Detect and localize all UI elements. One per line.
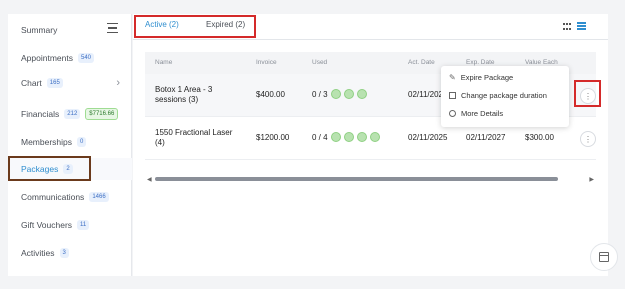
sidebar-item-activities[interactable]: Activities 3 bbox=[8, 242, 132, 264]
count-badge: 165 bbox=[46, 78, 63, 88]
tab-bar: Active (2) Expired (2) bbox=[133, 14, 608, 40]
column-header-used: Used bbox=[312, 59, 328, 66]
menu-item-expire-package[interactable]: ✎ Expire Package bbox=[449, 71, 513, 83]
grid-view-icon[interactable] bbox=[563, 23, 572, 31]
session-dot bbox=[343, 89, 354, 99]
menu-item-label: Change package duration bbox=[461, 90, 547, 100]
sidebar-item-memberships[interactable]: Memberships 0 bbox=[8, 131, 132, 153]
sidebar-item-label: Memberships bbox=[21, 137, 73, 147]
session-dot bbox=[369, 132, 380, 142]
actions-highlight-box bbox=[574, 80, 601, 107]
activation-date: 02/11/202 bbox=[408, 90, 443, 99]
count-badge: 212 bbox=[64, 109, 81, 119]
count-badge: 540 bbox=[77, 53, 94, 63]
used-count: 0 / 4 bbox=[312, 132, 328, 142]
sidebar-item-communications[interactable]: Communications 1466 bbox=[8, 186, 132, 208]
sessions-used: 0 / 4 bbox=[312, 132, 380, 142]
sidebar-item-appointments[interactable]: Appointments 540 bbox=[8, 47, 132, 69]
scroll-left-arrow-icon[interactable]: ◀ bbox=[147, 176, 152, 183]
menu-lines-icon[interactable] bbox=[107, 23, 118, 33]
sidebar-item-label: Communications bbox=[21, 192, 85, 202]
calendar-button[interactable] bbox=[590, 243, 618, 271]
sidebar-item-label: Appointments bbox=[21, 53, 73, 63]
row-actions-button[interactable]: ⋮ bbox=[580, 131, 596, 147]
session-dot bbox=[343, 132, 354, 142]
session-dot bbox=[330, 132, 341, 142]
sidebar-item-chart[interactable]: Chart 165 › bbox=[8, 72, 132, 94]
package-name: Botox 1 Area - 3 sessions (3) bbox=[155, 85, 213, 104]
count-badge: 3 bbox=[59, 248, 69, 258]
calendar-icon bbox=[449, 91, 456, 99]
menu-item-more-details[interactable]: More Details bbox=[449, 107, 503, 119]
count-badge: 11 bbox=[77, 220, 90, 230]
column-header-exp-date: Exp. Date bbox=[466, 59, 495, 66]
sidebar-item-label: Financials bbox=[21, 109, 60, 119]
session-dot bbox=[356, 89, 367, 99]
package-name: 1550 Fractional Laser (4) bbox=[155, 128, 233, 147]
calendar-icon bbox=[599, 252, 609, 262]
info-icon bbox=[449, 109, 456, 117]
sessions-used: 0 / 3 bbox=[312, 89, 367, 99]
count-badge: 1466 bbox=[89, 192, 109, 202]
menu-item-label: More Details bbox=[461, 108, 504, 118]
sidebar-item-summary[interactable]: Summary bbox=[8, 19, 132, 41]
main-panel: Active (2) Expired (2) Name Invoice Used… bbox=[133, 14, 608, 276]
menu-item-change-duration[interactable]: Change package duration bbox=[449, 89, 547, 101]
sidebar-item-financials[interactable]: Financials 212 $7716.66 bbox=[8, 103, 132, 125]
sidebar-item-gift-vouchers[interactable]: Gift Vouchers 11 bbox=[8, 214, 132, 236]
expiry-date: 02/11/2027 bbox=[466, 133, 506, 142]
column-header-act-date: Act. Date bbox=[408, 59, 435, 66]
invoice-amount: $1200.00 bbox=[256, 133, 290, 142]
used-count: 0 / 3 bbox=[312, 89, 328, 99]
page: Summary Appointments 540 Chart 165 › Fin… bbox=[0, 0, 625, 289]
column-header-value-each: Value Each bbox=[525, 59, 558, 66]
scrollbar-thumb[interactable] bbox=[155, 177, 558, 181]
sidebar: Summary Appointments 540 Chart 165 › Fin… bbox=[8, 14, 132, 276]
count-badge: 0 bbox=[77, 137, 87, 147]
invoice-amount: $400.00 bbox=[256, 90, 285, 99]
tabs-highlight-box bbox=[134, 15, 256, 38]
menu-item-label: Expire Package bbox=[460, 72, 514, 82]
sidebar-item-label: Gift Vouchers bbox=[21, 220, 73, 230]
kebab-icon: ⋮ bbox=[584, 134, 592, 144]
list-view-icon[interactable] bbox=[577, 22, 586, 31]
balance-badge: $7716.66 bbox=[85, 108, 119, 120]
scroll-right-arrow-icon[interactable]: ▶ bbox=[589, 176, 594, 183]
activation-date: 02/11/2025 bbox=[408, 133, 448, 142]
column-header-invoice: Invoice bbox=[256, 59, 277, 66]
row-actions-menu: ✎ Expire Package Change package duration… bbox=[441, 66, 569, 127]
pencil-icon: ✎ bbox=[449, 72, 456, 82]
value-each: $300.00 bbox=[525, 133, 554, 142]
chevron-right-icon: › bbox=[116, 77, 120, 89]
column-header-name: Name bbox=[155, 59, 173, 66]
horizontal-scrollbar[interactable]: ◀ ▶ bbox=[145, 176, 596, 183]
sidebar-item-label: Activities bbox=[21, 248, 55, 258]
packages-highlight-box bbox=[8, 156, 91, 181]
sidebar-item-label: Summary bbox=[21, 25, 58, 35]
session-dot bbox=[356, 132, 367, 142]
session-dot bbox=[330, 89, 341, 99]
sidebar-item-label: Chart bbox=[21, 78, 42, 88]
